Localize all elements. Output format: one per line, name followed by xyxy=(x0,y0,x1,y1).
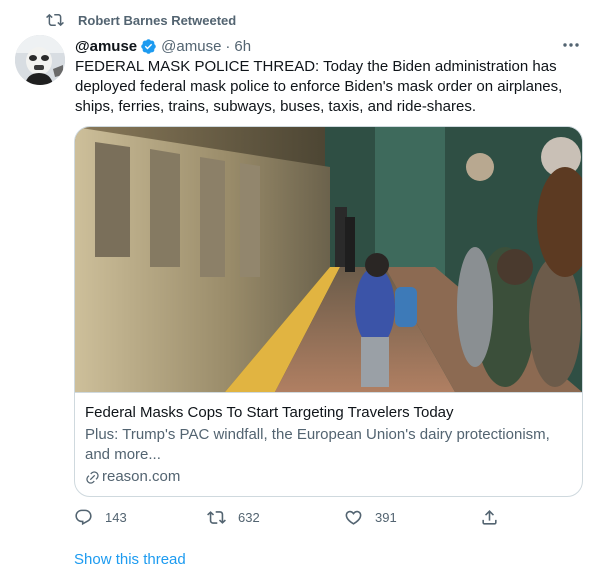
like-icon xyxy=(345,510,362,525)
avatar-image xyxy=(15,35,65,85)
tweet-header: @amuse @amuse · 6h xyxy=(75,36,251,56)
action-bar: 143 632 391 xyxy=(74,506,504,528)
share-button[interactable] xyxy=(480,506,511,528)
tweet-text: FEDERAL MASK POLICE THREAD: Today the Bi… xyxy=(75,58,563,115)
retweet-count: 632 xyxy=(238,509,260,525)
separator-dot: · xyxy=(225,37,231,55)
like-count: 391 xyxy=(375,509,397,525)
card-body: Federal Masks Cops To Start Targeting Tr… xyxy=(75,392,582,487)
link-card[interactable]: Federal Masks Cops To Start Targeting Tr… xyxy=(74,126,583,497)
card-domain-text: reason.com xyxy=(102,468,181,485)
card-description: Plus: Trump's PAC windfall, the European… xyxy=(85,426,550,463)
avatar[interactable] xyxy=(15,35,65,85)
retweet-button[interactable]: 632 xyxy=(207,506,260,528)
reply-icon xyxy=(75,509,92,525)
timestamp[interactable]: 6h xyxy=(234,38,251,55)
card-image xyxy=(75,127,582,392)
retweet-context: Robert Barnes Retweeted xyxy=(46,10,236,30)
like-button[interactable]: 391 xyxy=(344,506,397,528)
link-icon xyxy=(86,470,99,484)
verified-badge-icon xyxy=(141,38,156,54)
card-domain: reason.com xyxy=(85,467,570,487)
retweet-action-icon xyxy=(207,510,226,524)
show-thread-link[interactable]: Show this thread xyxy=(74,550,186,570)
card-title: Federal Masks Cops To Start Targeting Tr… xyxy=(85,404,454,421)
handle[interactable]: @amuse xyxy=(161,38,221,55)
retweet-label[interactable]: Robert Barnes Retweeted xyxy=(78,13,236,28)
display-name[interactable]: @amuse xyxy=(75,38,137,55)
share-icon xyxy=(482,509,497,525)
more-icon[interactable] xyxy=(560,36,582,54)
reply-count: 143 xyxy=(105,509,127,525)
reply-button[interactable]: 143 xyxy=(74,506,127,528)
retweet-icon xyxy=(46,13,64,27)
